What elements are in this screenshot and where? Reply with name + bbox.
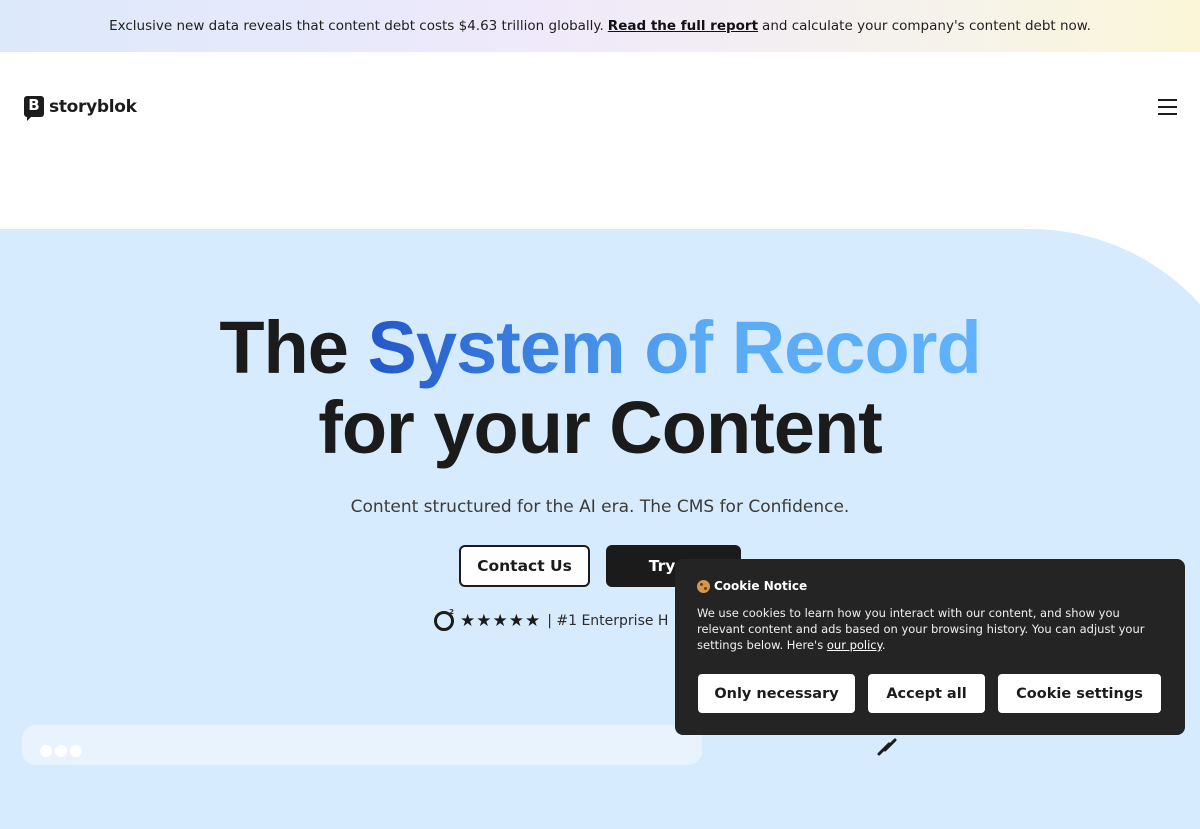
hero-subtitle: Content structured for the AI era. The C…: [350, 497, 850, 517]
contact-us-button[interactable]: Contact Us: [459, 545, 590, 587]
only-necessary-button[interactable]: Only necessary: [698, 674, 855, 713]
cookie-body-end: .: [881, 638, 886, 652]
hero-title: The System of Record for your Content: [0, 308, 1200, 468]
policy-link[interactable]: our policy: [827, 638, 882, 652]
hamburger-menu-icon[interactable]: [1158, 99, 1178, 117]
star-rating: ★★★★★: [460, 611, 542, 631]
g2-icon: [434, 608, 454, 631]
hero-title-part1: The: [219, 306, 349, 389]
announcement-text: Exclusive new data reveals that content …: [109, 18, 604, 34]
hero-title-highlight: System of Record: [367, 306, 981, 389]
read-report-link[interactable]: Read the full report: [608, 18, 758, 34]
logo-mark-icon: B: [24, 96, 44, 121]
announcement-text-end: and calculate your company's content deb…: [762, 18, 1091, 34]
cookie-body-text: We use cookies to learn how you interact…: [697, 606, 1145, 652]
hero-title-line2: for your Content: [318, 386, 883, 469]
top-navbar: B storyblok: [0, 52, 1200, 162]
cookie-notice-dialog: Cookie Notice We use cookies to learn ho…: [675, 559, 1185, 735]
storyblok-logo[interactable]: B storyblok: [24, 96, 137, 121]
rating-text: | #1 Enterprise H: [547, 613, 669, 629]
cookie-notice-title: Cookie Notice: [697, 579, 807, 593]
cookie-icon: [697, 579, 710, 593]
rating-row: ★★★★★ | #1 Enterprise H: [434, 608, 669, 631]
cookie-notice-body: We use cookies to learn how you interact…: [697, 605, 1167, 653]
product-preview-card: [22, 725, 702, 765]
logo-text: storyblok: [49, 96, 137, 117]
accept-all-button[interactable]: Accept all: [868, 674, 985, 713]
cookie-settings-button[interactable]: Cookie settings: [998, 674, 1161, 713]
cookie-title-text: Cookie Notice: [714, 579, 808, 593]
preview-window-dots: [40, 742, 86, 757]
announcement-bar: Exclusive new data reveals that content …: [0, 0, 1200, 52]
